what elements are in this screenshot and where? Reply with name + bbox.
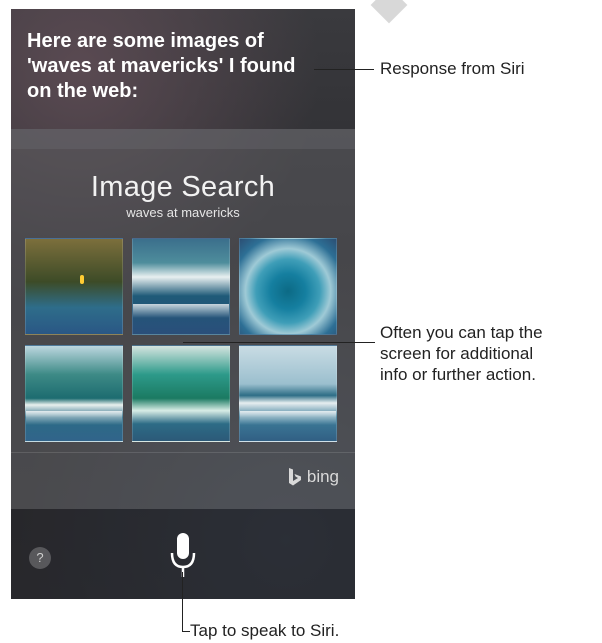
callout-speak: Tap to speak to Siri. [190,621,340,640]
siri-response-text: Here are some images of 'waves at maveri… [27,29,347,104]
card-subtitle: waves at mavericks [126,205,240,220]
image-thumbnail[interactable] [25,345,123,442]
surfer-figure [80,275,84,284]
bing-logo-icon [288,468,301,486]
microphone-icon[interactable] [167,531,199,581]
callout-tap-screen: Often you can tap the screen for additio… [380,322,543,385]
image-thumbnail[interactable] [239,345,337,442]
card-divider [11,452,355,453]
callout-leader-line [182,572,183,632]
image-thumbnail[interactable] [25,238,123,335]
callout-line: screen for additional [380,344,534,363]
image-search-card[interactable]: Image Search waves at mavericks bing [11,129,355,509]
wave-foam [133,304,229,318]
callout-leader-line [183,342,375,343]
wave-foam [26,411,122,425]
top-pointer-decoration [370,0,408,24]
siri-screen: Here are some images of 'waves at maveri… [11,9,355,599]
image-thumbnail[interactable] [132,345,230,442]
callout-response: Response from Siri [380,59,525,78]
wave-foam [240,411,336,425]
response-line: 'waves at mavericks' I found [27,55,296,77]
card-header-band [11,129,355,149]
image-thumbnail[interactable] [239,238,337,335]
bing-label: bing [306,467,339,486]
siri-bottom-bar: ? [11,509,355,599]
response-line: on the web: [27,80,139,102]
callout-line: Often you can tap the [380,323,543,342]
image-thumbnail[interactable] [132,238,230,335]
bing-attribution[interactable]: bing [287,467,339,487]
response-line: Here are some images of [27,30,264,52]
callout-leader-line [182,631,190,632]
help-icon[interactable]: ? [29,547,51,569]
card-title: Image Search [90,171,276,203]
callout-line: info or further action. [380,365,536,384]
callout-leader-line [314,69,374,70]
